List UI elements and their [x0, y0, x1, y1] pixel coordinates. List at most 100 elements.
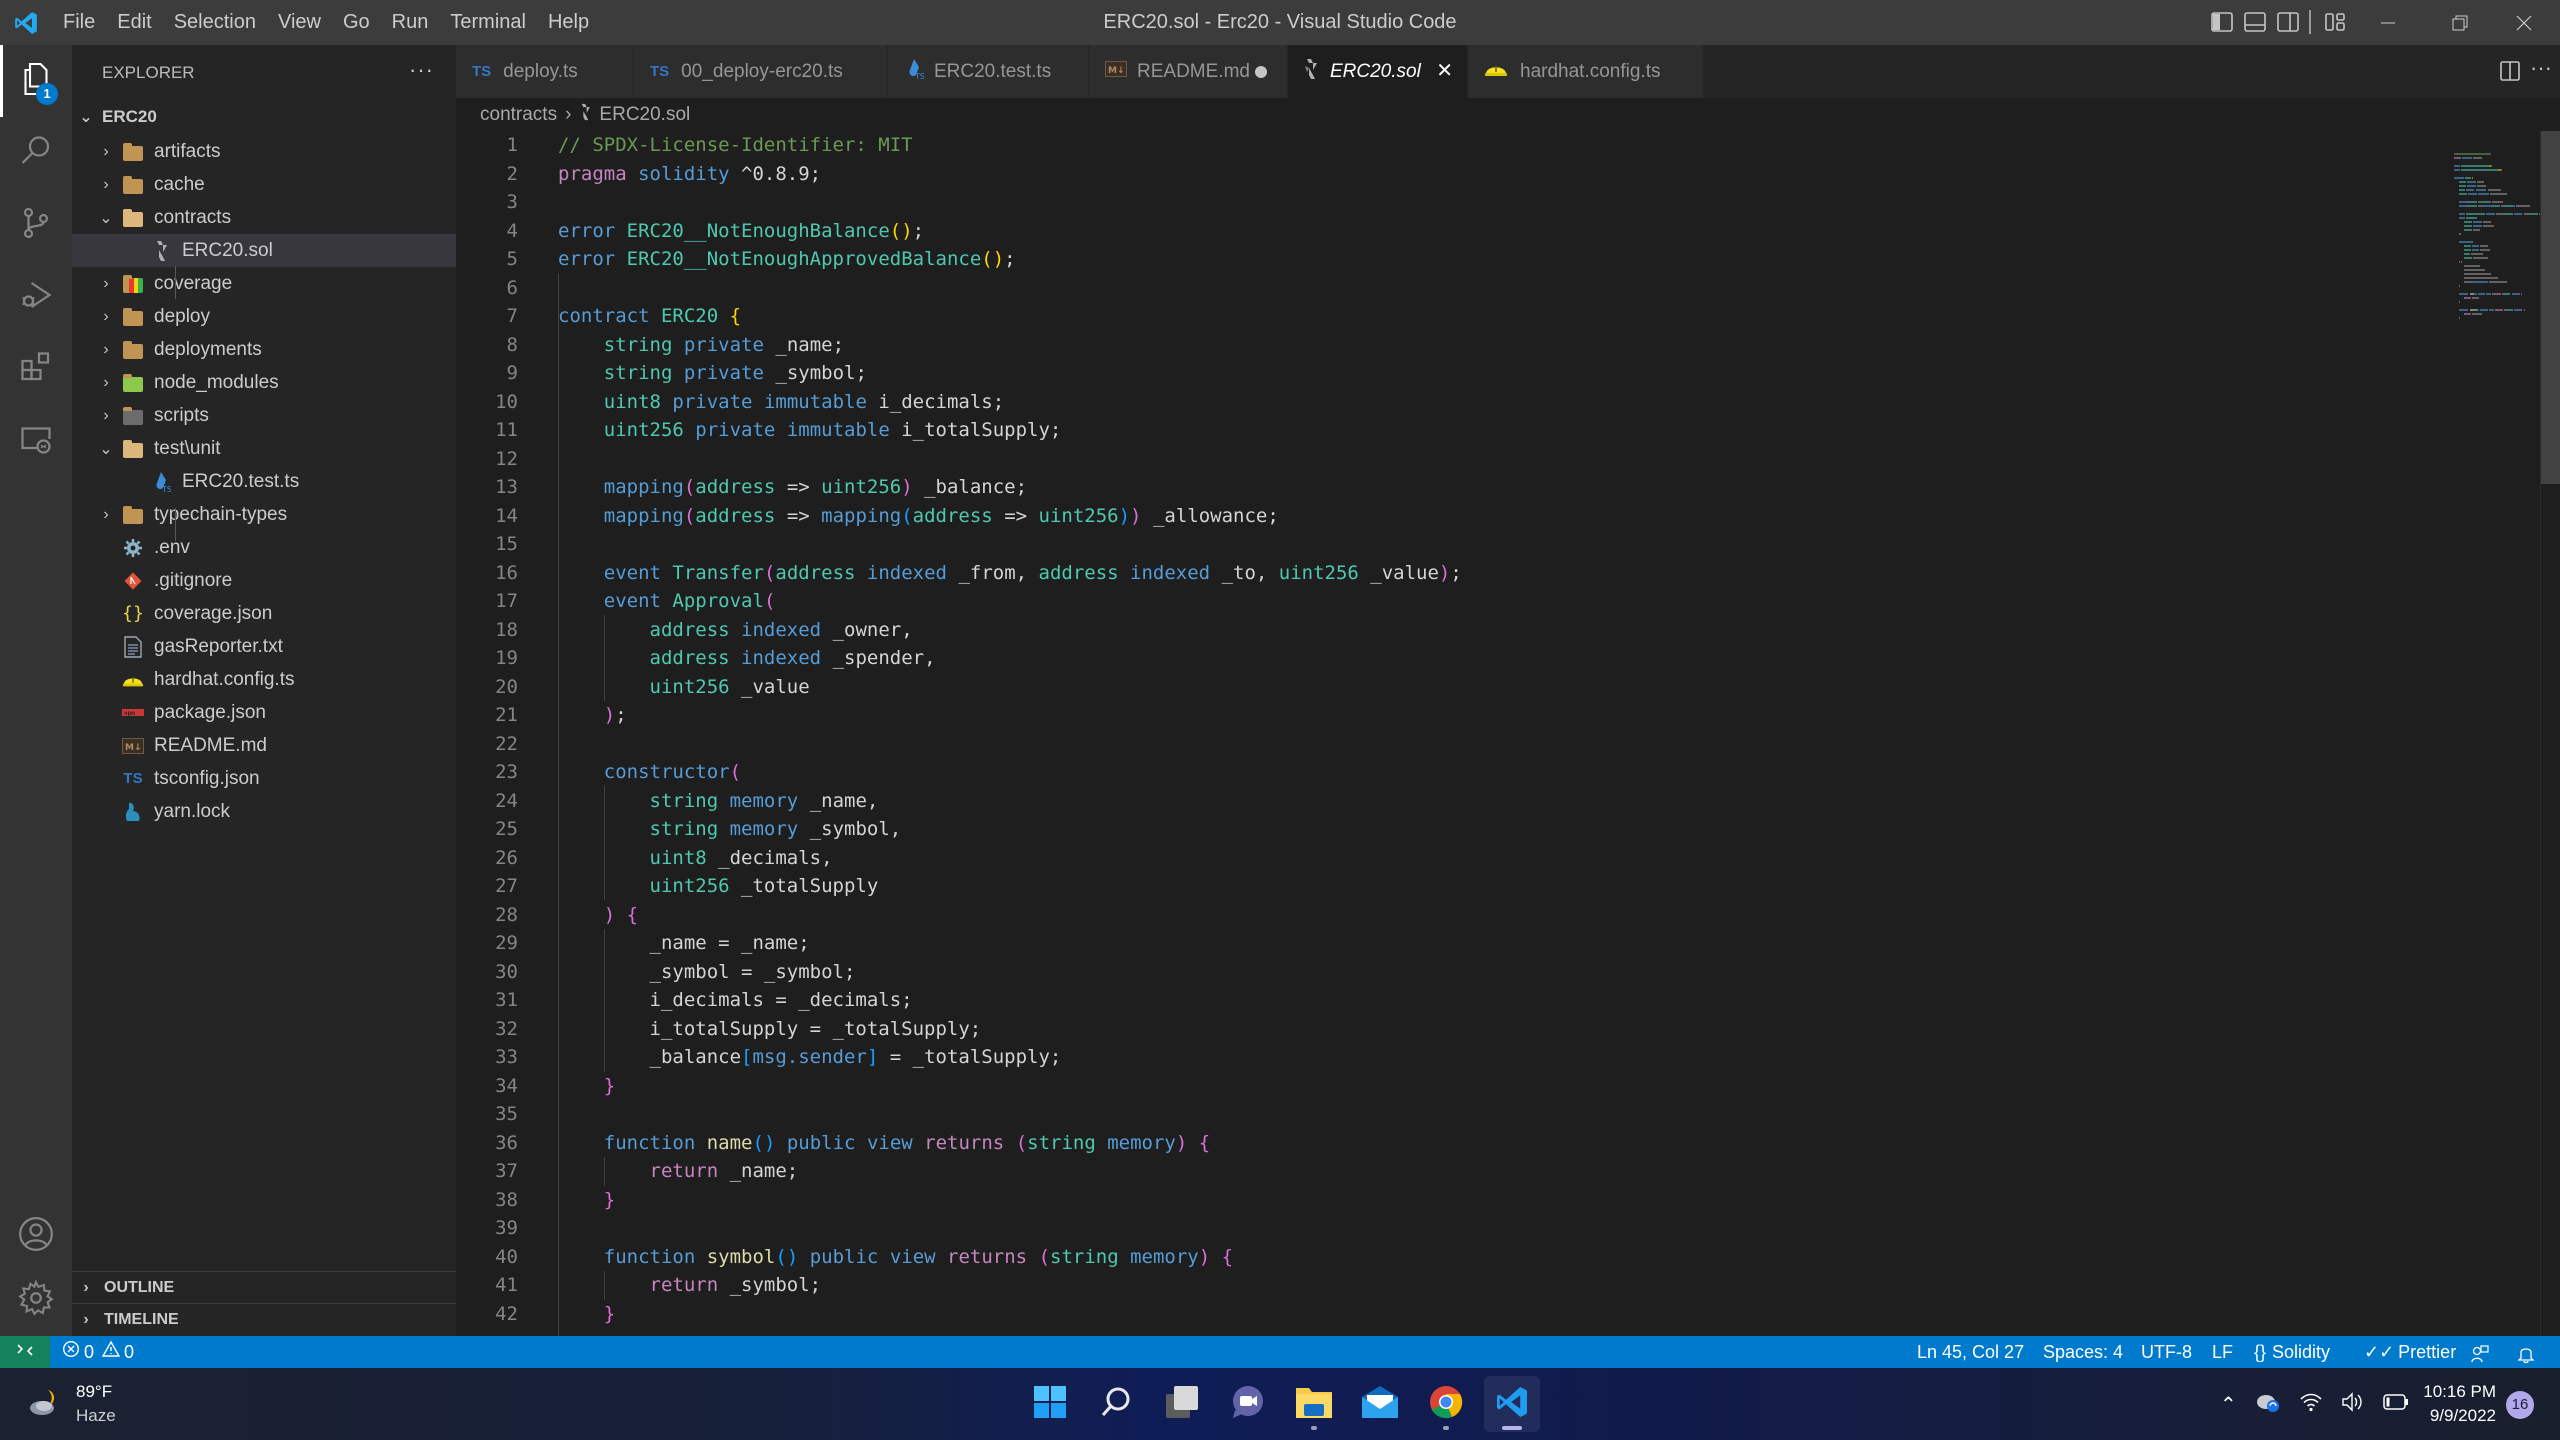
menu-file[interactable]: File [52, 0, 106, 45]
remote-indicator[interactable] [0, 1336, 50, 1368]
onedrive-icon[interactable] [2255, 1391, 2281, 1418]
activity-manage[interactable] [0, 1264, 72, 1336]
chrome-button[interactable] [1418, 1376, 1474, 1432]
toggle-panel-icon[interactable] [2243, 10, 2267, 34]
volume-icon[interactable] [2341, 1391, 2365, 1418]
tree-item[interactable]: › typechain-types [72, 498, 456, 531]
wifi-icon[interactable] [2299, 1391, 2323, 1418]
tree-item[interactable]: ⌄ contracts [72, 201, 456, 234]
workspace-root[interactable]: ⌄ ERC20 [72, 100, 456, 133]
tree-item[interactable]: {} coverage.json [72, 597, 456, 630]
restore-button[interactable] [2424, 0, 2496, 45]
weather-widget[interactable]: 89°F Haze [26, 1368, 116, 1440]
outline-section[interactable]: › OUTLINE [72, 1271, 456, 1304]
tree-item[interactable]: hardhat.config.ts [72, 663, 456, 696]
battery-icon[interactable] [2383, 1393, 2409, 1416]
tree-item[interactable]: › cache [72, 168, 456, 201]
tab-deploy-ts[interactable]: TS deploy.ts [456, 45, 634, 98]
editor-more-actions-icon[interactable]: ··· [2530, 55, 2552, 81]
code-token: address [775, 561, 856, 584]
minimize-button[interactable] [2352, 0, 2424, 45]
tree-item[interactable]: gasReporter.txt [72, 630, 456, 663]
tab-label: deploy.ts [503, 60, 578, 82]
menu-go[interactable]: Go [332, 0, 381, 45]
svg-text:M↓: M↓ [1108, 66, 1125, 76]
toggle-primary-sidebar-icon[interactable] [2210, 10, 2234, 34]
cursor-position[interactable]: Ln 45, Col 27 [1917, 1336, 2024, 1368]
more-actions-icon[interactable]: ··· [409, 45, 434, 95]
tree-item[interactable]: › deploy [72, 300, 456, 333]
code-token: returns [947, 1245, 1028, 1268]
minimap-token [2490, 201, 2492, 203]
toggle-secondary-sidebar-icon[interactable] [2276, 10, 2300, 34]
vertical-scrollbar[interactable] [2540, 131, 2560, 1336]
close-tab-icon[interactable]: ✕ [1436, 45, 1453, 98]
tree-item[interactable]: › coverage [72, 267, 456, 300]
activity-run-debug[interactable] [0, 261, 72, 333]
vscode-taskbar-button[interactable] [1484, 1376, 1540, 1432]
formatter-prettier[interactable]: ✓✓ Prettier [2364, 1336, 2456, 1368]
activity-search[interactable] [0, 117, 72, 189]
tree-item[interactable]: › deployments [72, 333, 456, 366]
activity-source-control[interactable] [0, 189, 72, 261]
tree-item[interactable]: ERC20.sol [72, 234, 456, 267]
tab-erc20-test[interactable]: TS ERC20.test.ts [888, 45, 1089, 98]
encoding[interactable]: UTF-8 [2141, 1336, 2192, 1368]
menu-terminal[interactable]: Terminal [439, 0, 537, 45]
menu-selection[interactable]: Selection [163, 0, 267, 45]
tree-item[interactable]: yarn.lock [72, 795, 456, 828]
tree-item[interactable]: ⌄ test\unit [72, 432, 456, 465]
line-number: 2 [506, 162, 518, 185]
tab-erc20-sol[interactable]: ERC20.sol ✕ [1288, 45, 1468, 98]
language-mode[interactable]: {} Solidity [2254, 1336, 2330, 1368]
activity-accounts[interactable] [0, 1200, 72, 1272]
timeline-section[interactable]: › TIMELINE [72, 1303, 456, 1336]
unsaved-dot-icon[interactable] [1255, 66, 1267, 78]
tree-item[interactable]: › node_modules [72, 366, 456, 399]
scrollbar-thumb[interactable] [2541, 131, 2560, 484]
tree-item[interactable]: TS ERC20.test.ts [72, 465, 456, 498]
show-hidden-icons-chevron-icon[interactable]: ⌃ [2220, 1392, 2237, 1417]
close-window-button[interactable] [2488, 0, 2560, 45]
end-of-line[interactable]: LF [2212, 1336, 2233, 1368]
tree-item[interactable]: .gitignore [72, 564, 456, 597]
tab-00-deploy-erc20[interactable]: TS 00_deploy-erc20.ts [634, 45, 888, 98]
minimap-token [2468, 201, 2477, 203]
menu-edit[interactable]: Edit [106, 0, 162, 45]
tree-item[interactable]: TS tsconfig.json [72, 762, 456, 795]
code-token: function [603, 1131, 696, 1154]
minimap-token [2492, 201, 2504, 203]
customize-layout-icon[interactable] [2323, 10, 2347, 34]
teams-chat-button[interactable] [1220, 1376, 1276, 1432]
start-button[interactable] [1022, 1376, 1078, 1432]
tree-item[interactable]: .env [72, 531, 456, 564]
split-editor-icon[interactable] [2498, 59, 2522, 88]
tree-item[interactable]: › scripts [72, 399, 456, 432]
task-view-button[interactable] [1154, 1376, 1210, 1432]
file-explorer-button[interactable] [1286, 1376, 1342, 1432]
menu-help[interactable]: Help [537, 0, 600, 45]
tree-item[interactable]: npm package.json [72, 696, 456, 729]
tab-hardhat-config[interactable]: hardhat.config.ts [1468, 45, 1704, 98]
activity-extensions[interactable] [0, 333, 72, 405]
code-editor[interactable]: 1 // SPDX-License-Identifier: MIT 2 pragma … [456, 131, 2426, 1336]
minimap[interactable] [2426, 131, 2549, 1336]
code-line: 11 uint256 private immutable i_totalSupp… [456, 416, 2426, 445]
mail-button[interactable] [1352, 1376, 1408, 1432]
tree-item[interactable]: › artifacts [72, 135, 456, 168]
problems-indicator[interactable]: 0 0 [62, 1336, 134, 1368]
code-token: i_totalSupply; [889, 419, 1062, 441]
activity-remote-explorer[interactable] [0, 405, 72, 477]
breadcrumb-item-contracts[interactable]: contracts [480, 104, 557, 126]
notification-count-badge[interactable]: 16 [2506, 1391, 2534, 1419]
menu-run[interactable]: Run [381, 0, 440, 45]
text-file-icon [122, 635, 144, 658]
taskbar-search-button[interactable] [1088, 1376, 1144, 1432]
tab-readme[interactable]: M↓ README.md [1089, 45, 1288, 98]
breadcrumb-item-file[interactable]: ERC20.sol [599, 104, 690, 126]
clock[interactable]: 10:16 PM 9/9/2022 [2412, 1368, 2496, 1440]
menu-view[interactable]: View [267, 0, 332, 45]
activity-explorer[interactable]: 1 [0, 45, 72, 117]
tree-item[interactable]: M↓ README.md [72, 729, 456, 762]
indentation[interactable]: Spaces: 4 [2043, 1336, 2123, 1368]
